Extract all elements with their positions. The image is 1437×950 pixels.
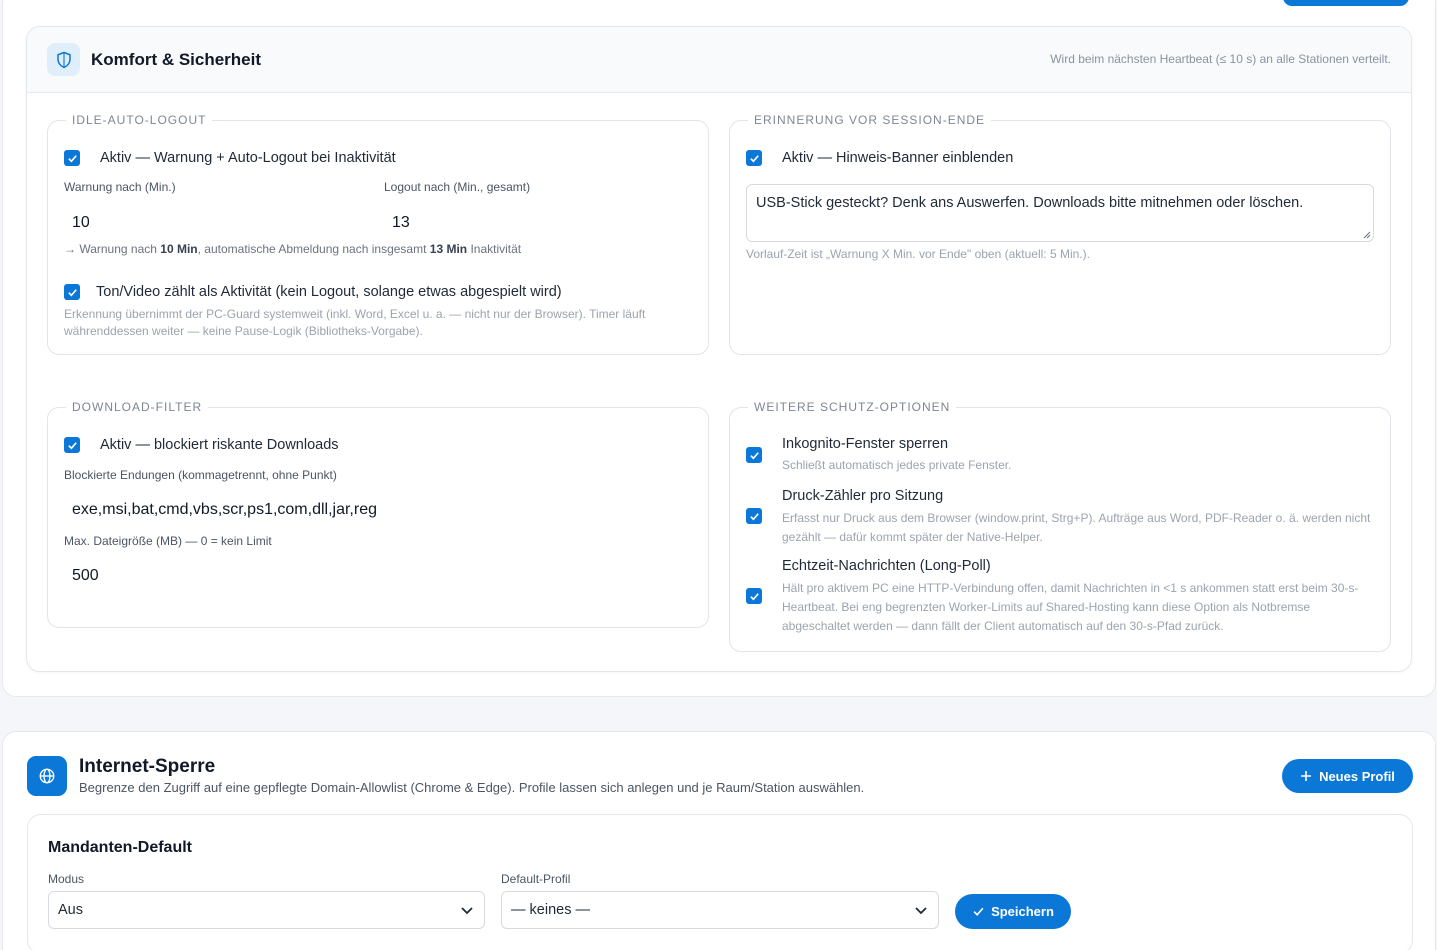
incognito-hint: Schließt automatisch jedes private Fenst…: [782, 458, 1012, 472]
blocked-extensions-label: Blockierte Endungen (kommagetrennt, ohne…: [64, 468, 337, 482]
more-legend: WEITERE SCHUTZ-OPTIONEN: [748, 400, 957, 414]
check-icon: [749, 451, 759, 459]
download-active-label: Aktiv — blockiert riskante Downloads: [100, 437, 339, 453]
chevron-down-icon: [461, 907, 473, 915]
blocked-extensions-input[interactable]: exe,msi,bat,cmd,vbs,scr,ps1,com,dll,jar,…: [72, 501, 377, 519]
idle-summary: → Warnung nach 10 Min, automatische Abme…: [64, 242, 522, 256]
media-activity-hint: Erkennung übernimmt der PC-Guard systemw…: [64, 307, 646, 338]
print-counter-label: Druck-Zähler pro Sitzung: [782, 488, 944, 504]
print-counter-checkbox[interactable]: [746, 508, 762, 524]
check-icon: [749, 154, 759, 162]
top-action-button-partial[interactable]: [1283, 0, 1409, 6]
check-icon: [67, 288, 77, 296]
plus-icon: [1301, 771, 1312, 781]
warn-after-input[interactable]: 10: [72, 214, 90, 232]
check-icon: [67, 154, 77, 162]
internet-sperre-card: Internet-Sperre Begrenze den Zugriff auf…: [2, 731, 1436, 950]
internet-sperre-subtitle: Begrenze den Zugriff auf eine gepflegte …: [79, 780, 865, 795]
realtime-messages-label: Echtzeit-Nachrichten (Long-Poll): [782, 558, 991, 574]
mandant-default-card: Mandanten-Default Modus Aus Default-Prof…: [27, 814, 1413, 950]
media-activity-checkbox[interactable]: [64, 284, 80, 300]
check-icon: [973, 907, 984, 916]
logout-after-input[interactable]: 13: [392, 214, 410, 232]
reminder-message-text: USB-Stick gesteckt? Denk ans Auswerfen. …: [756, 195, 1304, 211]
idle-legend: IDLE-AUTO-LOGOUT: [66, 113, 213, 127]
more-protection-group: WEITERE SCHUTZ-OPTIONEN Inkognito-Fenste…: [729, 400, 1391, 652]
mandant-default-title: Mandanten-Default: [48, 839, 192, 856]
check-icon: [749, 592, 759, 600]
shield-icon: [47, 43, 80, 76]
komfort-title: Komfort & Sicherheit: [91, 50, 262, 69]
komfort-sicherheit-card: Komfort & Sicherheit Wird beim nächsten …: [26, 26, 1412, 672]
komfort-header: Komfort & Sicherheit Wird beim nächsten …: [27, 27, 1411, 93]
media-activity-label: Ton/Video zählt als Aktivität (kein Logo…: [96, 284, 562, 300]
check-icon: [67, 441, 77, 449]
chevron-down-icon: [915, 907, 927, 915]
save-button[interactable]: Speichern: [955, 894, 1071, 929]
globe-icon: [27, 756, 67, 796]
reminder-active-label: Aktiv — Hinweis-Banner einblenden: [782, 150, 1014, 166]
realtime-messages-checkbox[interactable]: [746, 588, 762, 604]
max-filesize-input[interactable]: 500: [72, 567, 99, 585]
session-reminder-group: ERINNERUNG VOR SESSION-ENDE Aktiv — Hinw…: [729, 113, 1391, 355]
logout-after-label: Logout nach (Min., gesamt): [384, 180, 531, 194]
incognito-label: Inkognito-Fenster sperren: [782, 436, 949, 452]
default-profile-select[interactable]: — keines —: [501, 891, 939, 929]
mode-label: Modus: [48, 872, 85, 886]
download-active-checkbox[interactable]: [64, 437, 80, 453]
warn-after-label: Warnung nach (Min.): [64, 180, 176, 194]
default-profile-value: — keines —: [511, 902, 590, 918]
idle-auto-logout-group: IDLE-AUTO-LOGOUT Aktiv — Warnung + Auto-…: [47, 113, 709, 355]
incognito-checkbox[interactable]: [746, 447, 762, 463]
internet-sperre-title: Internet-Sperre: [79, 756, 216, 777]
save-label: Speichern: [991, 904, 1054, 919]
resize-grip-icon[interactable]: [1363, 231, 1371, 239]
check-icon: [749, 512, 759, 520]
default-profile-label: Default-Profil: [501, 872, 571, 886]
idle-active-checkbox[interactable]: [64, 150, 80, 166]
idle-active-label: Aktiv — Warnung + Auto-Logout bei Inakti…: [100, 150, 396, 166]
new-profile-button[interactable]: Neues Profil: [1282, 759, 1413, 793]
reminder-message-textarea[interactable]: USB-Stick gesteckt? Denk ans Auswerfen. …: [746, 184, 1374, 242]
mode-select-value: Aus: [58, 902, 83, 918]
realtime-messages-hint: Hält pro aktivem PC eine HTTP-Verbindung…: [782, 581, 1359, 633]
print-counter-hint: Erfasst nur Druck aus dem Browser (windo…: [782, 511, 1371, 544]
reminder-legend: ERINNERUNG VOR SESSION-ENDE: [748, 113, 992, 127]
heartbeat-note: Wird beim nächsten Heartbeat (≤ 10 s) an…: [1050, 52, 1391, 66]
reminder-hint: Vorlauf-Zeit ist „Warnung X Min. vor End…: [746, 247, 1090, 261]
download-filter-group: DOWNLOAD-FILTER Aktiv — blockiert riskan…: [47, 400, 709, 628]
mode-select[interactable]: Aus: [48, 891, 485, 929]
new-profile-label: Neues Profil: [1319, 768, 1395, 784]
max-filesize-label: Max. Dateigröße (MB) — 0 = kein Limit: [64, 534, 272, 548]
download-legend: DOWNLOAD-FILTER: [66, 400, 209, 414]
reminder-active-checkbox[interactable]: [746, 150, 762, 166]
